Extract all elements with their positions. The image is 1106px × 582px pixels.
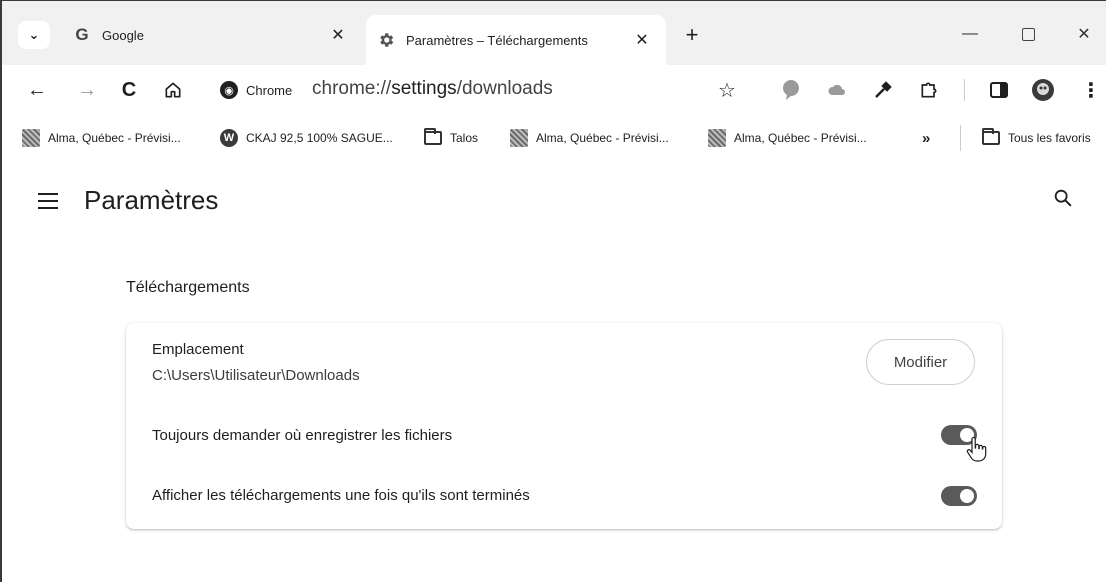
- bookmark-label: Talos: [450, 131, 479, 145]
- eyedropper-icon[interactable]: [870, 77, 896, 103]
- bookmark-label: CKAJ 92,5 100% SAGUE...: [246, 131, 393, 145]
- bookmark-star-button[interactable]: ☆: [712, 75, 742, 105]
- bookmarks-bar: Alma, Québec - Prévisi... W CKAJ 92,5 10…: [2, 115, 1106, 161]
- tab-strip: ⌄ G Google ✕ Paramètres – Téléchargement…: [2, 1, 1106, 65]
- bookmark-folder-talos[interactable]: Talos: [424, 127, 478, 149]
- bookmark-item[interactable]: Alma, Québec - Prévisi...: [22, 127, 181, 149]
- all-bookmarks-folder[interactable]: Tous les favoris: [982, 127, 1091, 149]
- show-when-done-label: Afficher les téléchargements une fois qu…: [152, 487, 530, 504]
- maximize-icon: [1021, 27, 1035, 41]
- location-path: C:\Users\Utilisateur\Downloads: [152, 367, 360, 384]
- folder-icon: [982, 128, 1000, 147]
- extension-chat-icon[interactable]: [778, 77, 804, 103]
- show-when-done-toggle[interactable]: [941, 486, 977, 506]
- url-host: settings: [391, 78, 457, 99]
- site-info-chip[interactable]: ◉ Chrome: [220, 79, 292, 101]
- bookmark-item[interactable]: Alma, Québec - Prévisi...: [708, 127, 867, 149]
- forward-button[interactable]: →: [72, 75, 102, 105]
- gear-icon: [376, 30, 396, 50]
- menu-icon[interactable]: [38, 191, 60, 209]
- back-button[interactable]: ←: [22, 75, 52, 105]
- modify-location-button[interactable]: Modifier: [866, 339, 975, 385]
- hand-cursor-icon: [965, 436, 987, 463]
- profile-avatar[interactable]: [1030, 77, 1056, 103]
- section-title: Téléchargements: [126, 279, 250, 296]
- wordpress-icon: W: [220, 129, 238, 147]
- bookmark-item[interactable]: W CKAJ 92,5 100% SAGUE...: [220, 127, 393, 149]
- google-icon: G: [75, 25, 89, 44]
- tab-search-button[interactable]: ⌄: [18, 21, 50, 49]
- extensions-puzzle-icon[interactable]: [916, 77, 942, 103]
- toolbar: ← → C ◉ Chrome chrome://settings/downloa…: [2, 65, 1106, 115]
- location-label: Emplacement: [152, 341, 244, 358]
- chrome-icon: ◉: [220, 81, 238, 99]
- bookmark-label: Alma, Québec - Prévisi...: [48, 131, 181, 145]
- side-panel-icon[interactable]: [986, 77, 1012, 103]
- new-tab-button[interactable]: +: [678, 21, 706, 49]
- tab-title: Paramètres – Téléchargements: [406, 32, 588, 48]
- toggle-knob: [960, 489, 974, 503]
- downloads-settings-card: Emplacement C:\Users\Utilisateur\Downloa…: [126, 323, 1002, 529]
- address-bar[interactable]: chrome://settings/downloads: [312, 78, 553, 100]
- home-icon: [165, 82, 181, 98]
- chrome-menu-button[interactable]: ⋮: [1076, 75, 1106, 105]
- chevron-down-icon: ⌄: [28, 27, 40, 42]
- url-scheme: chrome://: [312, 78, 392, 99]
- bookmark-label: Alma, Québec - Prévisi...: [536, 131, 669, 145]
- close-icon[interactable]: ✕: [630, 28, 654, 52]
- browser-window: ⌄ G Google ✕ Paramètres – Téléchargement…: [0, 0, 1106, 582]
- minimize-button[interactable]: —: [948, 19, 992, 49]
- weather-thumbnail-icon: [22, 129, 40, 147]
- all-bookmarks-label: Tous les favoris: [1008, 131, 1091, 145]
- ask-where-label: Toujours demander où enregistrer les fic…: [152, 427, 453, 444]
- bookmarks-overflow-button[interactable]: »: [922, 127, 930, 149]
- maximize-button[interactable]: [1006, 19, 1050, 49]
- settings-header: Paramètres: [2, 161, 1106, 241]
- page-title: Paramètres: [84, 185, 219, 215]
- tab-settings-downloads[interactable]: Paramètres – Téléchargements ✕: [366, 15, 666, 65]
- bookmark-label: Alma, Québec - Prévisi...: [734, 131, 867, 145]
- weather-thumbnail-icon: [510, 129, 528, 147]
- bookmark-item[interactable]: Alma, Québec - Prévisi...: [510, 127, 669, 149]
- close-icon[interactable]: ✕: [326, 23, 350, 47]
- folder-icon: [424, 128, 442, 147]
- bookmarks-divider: [960, 125, 961, 151]
- tab-google[interactable]: G Google ✕: [62, 15, 362, 55]
- home-button[interactable]: [158, 75, 188, 105]
- url-path: /downloads: [456, 78, 553, 99]
- reload-button[interactable]: C: [114, 75, 144, 105]
- toolbar-divider: [964, 79, 965, 101]
- search-icon[interactable]: [1052, 187, 1078, 213]
- window-close-button[interactable]: ✕: [1062, 19, 1106, 49]
- extension-cloud-icon[interactable]: [824, 77, 850, 103]
- site-chip-label: Chrome: [246, 82, 293, 98]
- weather-thumbnail-icon: [708, 129, 726, 147]
- tab-title: Google: [102, 27, 144, 43]
